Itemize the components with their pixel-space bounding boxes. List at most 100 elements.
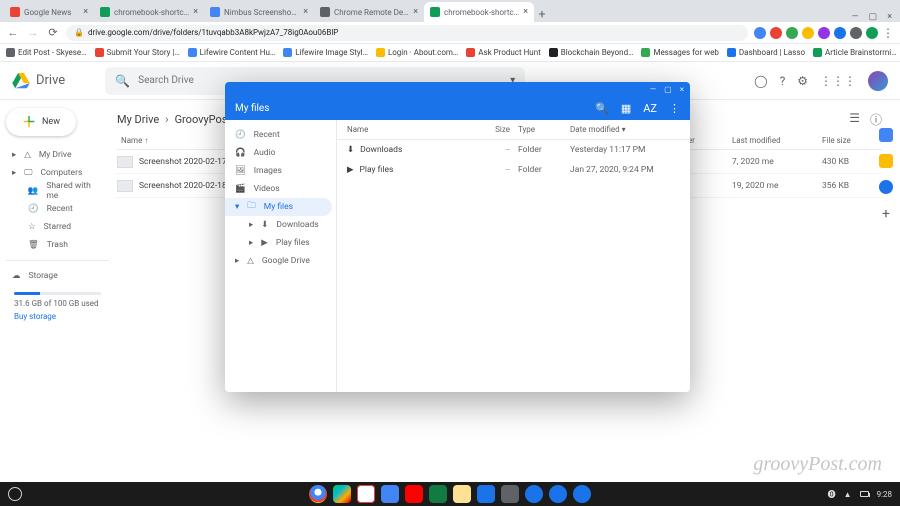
tab-label: chromebook-shortcuts - Goog… bbox=[114, 8, 189, 17]
sidebar-item-shared[interactable]: 👥Shared with me bbox=[6, 182, 109, 200]
new-button[interactable]: ＋New bbox=[6, 108, 76, 136]
close-icon[interactable]: × bbox=[83, 7, 88, 17]
close-icon[interactable]: × bbox=[413, 7, 418, 17]
support-icon[interactable]: ◯ bbox=[754, 74, 767, 88]
files-side-audio[interactable]: 🎧Audio bbox=[225, 144, 336, 162]
files-row[interactable]: ⬇Downloads -- Folder Yesterday 11:17 PM bbox=[337, 140, 690, 160]
files-side-videos[interactable]: 🎬Videos bbox=[225, 180, 336, 198]
app-icon[interactable] bbox=[525, 485, 543, 503]
play-store-icon[interactable] bbox=[333, 485, 351, 503]
bookmark-item[interactable]: Lifewire Content Hu… bbox=[188, 48, 276, 57]
extension-icon[interactable] bbox=[802, 27, 814, 39]
extension-icon[interactable] bbox=[866, 27, 878, 39]
notification-icon[interactable]: ⓿ bbox=[828, 489, 836, 500]
extension-icon[interactable] bbox=[754, 27, 766, 39]
back-button[interactable]: ← bbox=[6, 26, 20, 40]
calendar-icon[interactable] bbox=[879, 128, 893, 142]
sidebar-item-trash[interactable]: 🗑Trash bbox=[6, 236, 109, 254]
extension-icon[interactable] bbox=[770, 27, 782, 39]
bookmark-item[interactable]: Dashboard | Lasso bbox=[727, 48, 805, 57]
account-avatar[interactable] bbox=[868, 71, 888, 91]
extension-icon[interactable] bbox=[834, 27, 846, 39]
extension-icon[interactable] bbox=[850, 27, 862, 39]
menu-icon[interactable]: ⋮ bbox=[882, 26, 894, 40]
address-bar[interactable]: 🔒 drive.google.com/drive/folders/1tuvqab… bbox=[66, 25, 748, 41]
keep-icon[interactable] bbox=[879, 154, 893, 168]
list-view-icon[interactable]: ☰ bbox=[849, 111, 860, 128]
file-name: Play files bbox=[360, 165, 394, 175]
browser-tab[interactable]: Google News× bbox=[4, 2, 94, 22]
bookmark-item[interactable]: Article Brainstormi… bbox=[813, 48, 897, 57]
bookmark-item[interactable]: Lifewire Image Styl… bbox=[283, 48, 368, 57]
app-icon[interactable] bbox=[501, 485, 519, 503]
close-window-icon[interactable]: × bbox=[887, 12, 892, 22]
files-side-gdrive[interactable]: ▸△Google Drive bbox=[225, 252, 336, 270]
launcher-button[interactable] bbox=[8, 487, 22, 501]
files-side-recent[interactable]: 🕘Recent bbox=[225, 126, 336, 144]
browser-tab[interactable]: chromebook-shortcuts - Goog… × bbox=[94, 2, 204, 22]
tasks-icon[interactable] bbox=[879, 180, 893, 194]
add-icon[interactable]: + bbox=[882, 206, 890, 222]
close-icon[interactable]: × bbox=[193, 7, 198, 17]
url-text: drive.google.com/drive/folders/1tuvqabb3… bbox=[88, 28, 338, 37]
sidebar-item-computers[interactable]: ▸🖵Computers bbox=[6, 164, 109, 182]
gmail-icon[interactable] bbox=[357, 485, 375, 503]
bookmark-item[interactable]: Messages for web bbox=[641, 48, 718, 57]
drive-logo[interactable]: Drive bbox=[12, 73, 65, 89]
col-modified[interactable]: Last modified bbox=[732, 136, 822, 145]
breadcrumb-item[interactable]: My Drive bbox=[117, 113, 159, 126]
new-tab-button[interactable]: + bbox=[534, 6, 550, 22]
close-icon[interactable]: × bbox=[303, 7, 308, 17]
minimize-icon[interactable]: — bbox=[852, 12, 859, 22]
messages-icon[interactable] bbox=[477, 485, 495, 503]
view-toggle-icon[interactable]: ▦ bbox=[621, 102, 631, 115]
youtube-icon[interactable] bbox=[405, 485, 423, 503]
col-type[interactable]: Type bbox=[510, 125, 570, 134]
files-side-myfiles[interactable]: ▾🗀My files bbox=[225, 198, 332, 216]
sheets-icon[interactable] bbox=[429, 485, 447, 503]
browser-tab-active[interactable]: chromebook-shortcuts - Goog…× bbox=[424, 2, 534, 22]
minimize-icon[interactable]: — bbox=[650, 85, 656, 94]
sidebar-item-recent[interactable]: 🕘Recent bbox=[6, 200, 109, 218]
help-icon[interactable]: ? bbox=[780, 74, 786, 88]
browser-tab[interactable]: Nimbus Screenshot App - Chro…× bbox=[204, 2, 314, 22]
chrome-icon[interactable] bbox=[309, 485, 327, 503]
apps-icon[interactable]: ⋮⋮⋮ bbox=[820, 74, 856, 88]
maximize-icon[interactable]: ▢ bbox=[869, 12, 878, 22]
more-icon[interactable]: ⋮ bbox=[669, 102, 680, 115]
sort-icon[interactable]: AZ bbox=[643, 102, 657, 115]
docs-icon[interactable] bbox=[381, 485, 399, 503]
buy-storage-link[interactable]: Buy storage bbox=[6, 312, 109, 321]
col-date[interactable]: Date modified ▾ bbox=[570, 125, 680, 134]
settings-icon[interactable] bbox=[573, 485, 591, 503]
files-side-playfiles[interactable]: ▸▶Play files bbox=[225, 234, 336, 252]
forward-button[interactable]: → bbox=[26, 26, 40, 40]
system-tray[interactable]: ⓿ ▲ 9:28 bbox=[828, 489, 892, 500]
bookmark-item[interactable]: Submit Your Story |… bbox=[95, 48, 180, 57]
bookmark-item[interactable]: Edit Post - Skyese… bbox=[6, 48, 87, 57]
extension-icon[interactable] bbox=[786, 27, 798, 39]
search-icon[interactable]: 🔍 bbox=[595, 102, 609, 115]
close-icon[interactable]: × bbox=[523, 7, 528, 17]
settings-icon[interactable]: ⚙ bbox=[797, 74, 808, 88]
sidebar-label: My Drive bbox=[39, 150, 72, 160]
files-side-downloads[interactable]: ▸⬇Downloads bbox=[225, 216, 336, 234]
app-icon[interactable] bbox=[453, 485, 471, 503]
files-row[interactable]: ▶Play files -- Folder Jan 27, 2020, 9:24… bbox=[337, 160, 690, 180]
files-side-images[interactable]: 🖼Images bbox=[225, 162, 336, 180]
files-icon[interactable] bbox=[549, 485, 567, 503]
col-name[interactable]: Name bbox=[347, 125, 470, 134]
reload-button[interactable]: ⟳ bbox=[46, 26, 60, 40]
breadcrumb-item[interactable]: GroovyPost bbox=[175, 113, 232, 126]
close-icon[interactable]: × bbox=[680, 85, 684, 94]
extension-icon[interactable] bbox=[818, 27, 830, 39]
bookmark-item[interactable]: Login · About.com… bbox=[376, 48, 458, 57]
maximize-icon[interactable]: ▢ bbox=[664, 85, 672, 94]
sidebar-item-mydrive[interactable]: ▸△My Drive bbox=[6, 146, 109, 164]
bookmark-item[interactable]: Blockchain Beyond… bbox=[549, 48, 634, 57]
sidebar-item-starred[interactable]: ☆Starred bbox=[6, 218, 109, 236]
col-size[interactable]: Size bbox=[470, 125, 510, 134]
browser-tab[interactable]: Chrome Remote Desktop× bbox=[314, 2, 424, 22]
bookmark-item[interactable]: Ask Product Hunt bbox=[466, 48, 541, 57]
sidebar-item-storage[interactable]: ☁Storage bbox=[6, 267, 109, 285]
